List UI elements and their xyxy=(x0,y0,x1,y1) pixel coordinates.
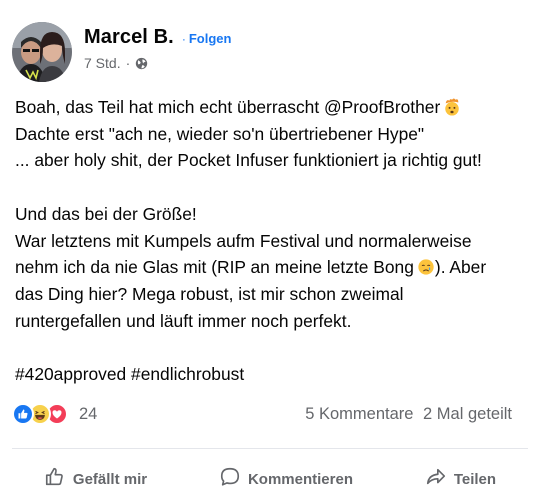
share-icon xyxy=(425,466,454,492)
post-line-text: Boah, das Teil hat mich echt überrascht … xyxy=(15,97,441,117)
engagement-counts: 5 Kommentare 2 Mal geteilt xyxy=(305,405,512,424)
post-line-text: nehm ich da nie Glas mit (RIP an meine l… xyxy=(15,257,414,278)
comment-count[interactable]: 5 Kommentare xyxy=(305,405,413,423)
post-line: nehm ich da nie Glas mit (RIP an meine l… xyxy=(15,254,535,281)
comment-label: Kommentieren xyxy=(247,470,353,488)
post-timestamp[interactable]: 7 Std. xyxy=(84,55,121,71)
follow-button[interactable]: Folgen xyxy=(189,31,232,46)
share-count[interactable]: 2 Mal geteilt xyxy=(423,405,512,423)
post-line: Und das bei der Größe! xyxy=(15,203,197,224)
timestamp-separator: · xyxy=(125,55,131,71)
exploding-head-emoji xyxy=(443,97,461,116)
post-line: ... aber holy shit, der Pocket Infuser f… xyxy=(15,150,482,171)
post-line: War letztens mit Kumpels aufm Festival u… xyxy=(15,230,472,251)
name-row: Marcel B. · Folgen xyxy=(84,26,231,49)
like-reaction-icon xyxy=(12,403,34,425)
post-line: das Ding hier? Mega robust, ist mir scho… xyxy=(15,283,404,304)
globe-icon[interactable] xyxy=(135,57,148,70)
post-line-text: ). Aber xyxy=(434,257,487,278)
post-line: Boah, das Teil hat mich echt überrascht … xyxy=(15,94,535,121)
post-line: runtergefallen und läuft immer noch perf… xyxy=(15,310,352,331)
comment-button[interactable]: Kommentieren xyxy=(209,460,363,498)
follow-separator: · xyxy=(181,32,186,46)
post-line: Dachte erst "ach ne, wieder so'n übertri… xyxy=(15,123,425,144)
post-subline: 7 Std. · xyxy=(84,55,231,71)
crying-face-emoji xyxy=(417,257,435,275)
like-label: Gefällt mir xyxy=(72,470,148,488)
like-button[interactable]: Gefällt mir xyxy=(34,460,157,498)
comment-icon xyxy=(219,466,248,492)
reaction-summary[interactable]: 24 xyxy=(12,403,97,425)
share-button[interactable]: Teilen xyxy=(415,460,506,498)
post-text: Boah, das Teil hat mich echt überrascht … xyxy=(15,94,535,388)
post-actions: Gefällt mir Kommentieren Teilen xyxy=(0,461,540,497)
post-meta: Marcel B. · Folgen 7 Std. · xyxy=(84,22,231,71)
hashtags[interactable]: #420approved #endlichrobust xyxy=(15,361,535,388)
avatar[interactable] xyxy=(12,22,72,82)
post-stats: 24 5 Kommentare 2 Mal geteilt xyxy=(12,401,512,427)
author-name[interactable]: Marcel B. xyxy=(84,26,174,49)
thumbs-up-icon xyxy=(44,466,73,492)
actions-divider xyxy=(12,448,528,449)
post-header: Marcel B. · Folgen 7 Std. · xyxy=(12,22,231,84)
share-label: Teilen xyxy=(453,470,497,488)
reaction-count[interactable]: 24 xyxy=(79,405,97,424)
